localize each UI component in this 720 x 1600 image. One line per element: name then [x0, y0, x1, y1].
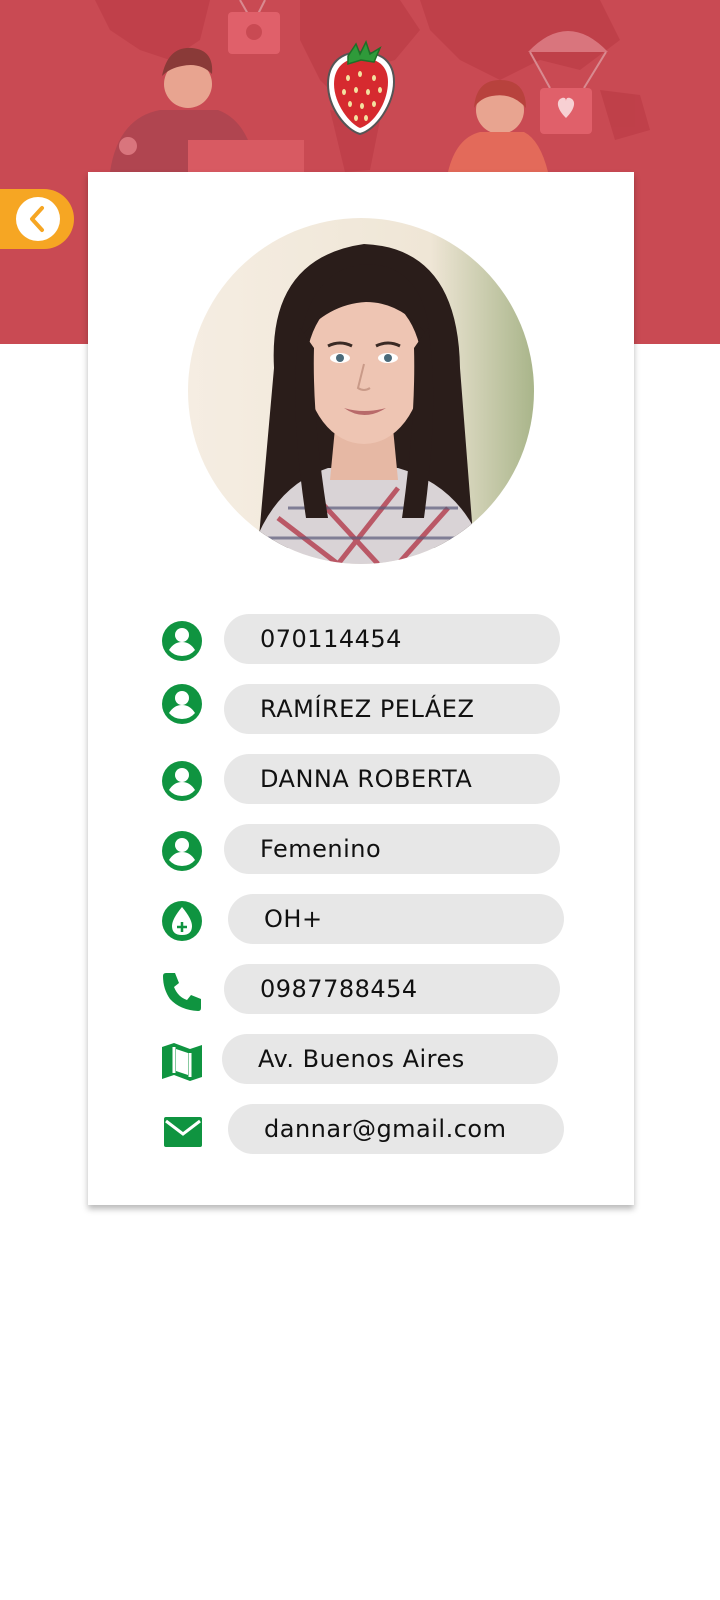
profile-photo-image [188, 218, 534, 564]
nombres-field[interactable]: DANNA ROBERTA [224, 754, 560, 804]
person-icon [160, 829, 204, 873]
field-row-telefono: 0987788454 [160, 964, 580, 1016]
person-icon [160, 619, 204, 663]
strawberry-icon [326, 40, 396, 136]
mail-icon [160, 1109, 204, 1153]
back-button-circle [16, 197, 60, 241]
phone-icon [160, 969, 204, 1013]
tipo-sangre-field[interactable]: OH+ [228, 894, 564, 944]
field-row-nombres: DANNA ROBERTA [160, 754, 580, 806]
telefono-field[interactable]: 0987788454 [224, 964, 560, 1014]
field-row-email: dannar@gmail.com [160, 1104, 580, 1156]
email-field[interactable]: dannar@gmail.com [228, 1104, 564, 1154]
field-row-genero: Femenino [160, 824, 580, 876]
back-button[interactable] [0, 189, 74, 249]
field-row-tipo-sangre: OH+ [160, 894, 580, 946]
field-row-apellidos: RAMÍREZ PELÁEZ [160, 684, 580, 736]
blood-drop-icon [160, 899, 204, 943]
field-row-direccion: Av. Buenos Aires [160, 1034, 580, 1086]
profile-photo [188, 218, 534, 564]
direccion-field[interactable]: Av. Buenos Aires [222, 1034, 558, 1084]
person-icon [160, 759, 204, 803]
apellidos-field[interactable]: RAMÍREZ PELÁEZ [224, 684, 560, 734]
person-icon [160, 682, 204, 726]
cedula-field[interactable]: 070114454 [224, 614, 560, 664]
map-icon [160, 1039, 204, 1083]
genero-field[interactable]: Femenino [224, 824, 560, 874]
chevron-left-icon [30, 206, 44, 232]
field-row-cedula: 070114454 [160, 614, 580, 666]
